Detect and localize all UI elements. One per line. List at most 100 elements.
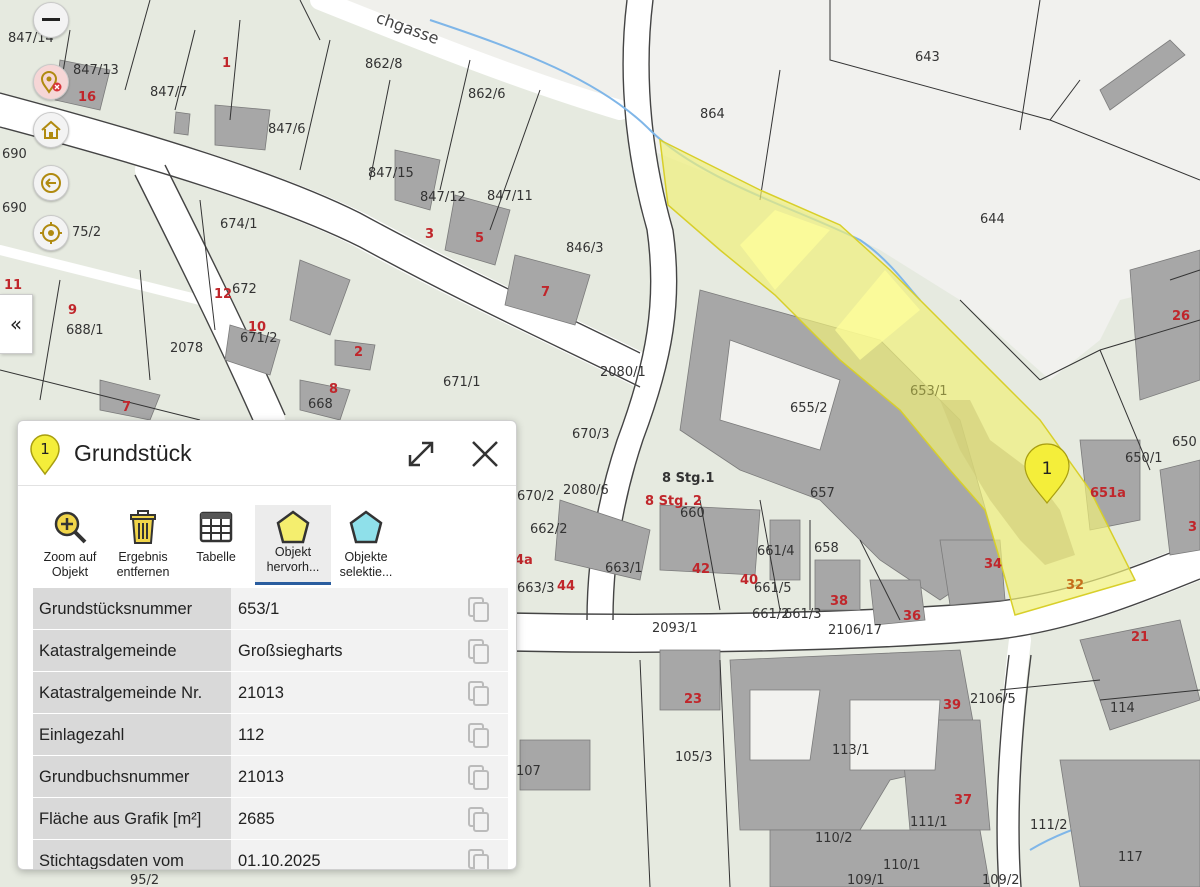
copy-button[interactable]: [453, 672, 508, 714]
parcel-label: 2106/5: [970, 692, 1016, 707]
crosshair-icon: [33, 215, 69, 251]
tool-label-line1: Objekte: [344, 550, 388, 564]
house-number: 21: [1131, 630, 1149, 645]
expand-icon[interactable]: [406, 439, 436, 469]
table-icon: [199, 511, 233, 543]
house-number: 39: [943, 698, 961, 713]
copy-button[interactable]: [453, 798, 508, 840]
table-button[interactable]: Tabelle: [178, 505, 254, 585]
copy-icon: [468, 807, 489, 832]
parcel-label: 670/3: [572, 427, 609, 442]
minus-icon: [33, 2, 69, 38]
attribute-key: Katastralgemeinde: [39, 642, 177, 660]
tool-label-line1: Tabelle: [196, 550, 236, 564]
house-number: 4a: [515, 553, 533, 568]
remove-result-button[interactable]: Ergebnis entfernen: [105, 505, 181, 585]
attribute-key: Fläche aus Grafik [m²]: [39, 810, 202, 828]
house-number: 10: [248, 320, 266, 335]
locate-me-button[interactable]: [27, 213, 75, 253]
copy-icon: [468, 681, 489, 706]
parcel-label: 674/1: [220, 217, 257, 232]
house-number: 40: [740, 573, 758, 588]
highlight-polygon-icon: [276, 510, 310, 544]
zoom-to-object-button[interactable]: Zoom auf Objekt: [32, 505, 108, 585]
back-button[interactable]: [27, 163, 75, 203]
house-number: 16: [78, 90, 96, 105]
house-number: 651a: [1090, 486, 1126, 501]
parcel-label: 650/1: [1125, 451, 1162, 466]
copy-icon: [468, 597, 489, 622]
home-button[interactable]: [27, 110, 75, 150]
parcel-label: 658: [814, 541, 839, 556]
table-row: Grundstücksnummer 653/1: [33, 588, 508, 630]
remove-location-button[interactable]: [27, 62, 75, 102]
copy-button[interactable]: [453, 840, 508, 869]
tool-label-line2: entfernen: [116, 565, 170, 579]
parcel-label: 644: [980, 212, 1005, 227]
house-number: 7: [541, 285, 550, 300]
stair-label: 660: [680, 506, 705, 521]
copy-icon: [468, 849, 489, 869]
zoom-in-icon: [54, 511, 87, 544]
house-number: 32: [1066, 578, 1084, 593]
panel-title: Grundstück: [74, 440, 192, 466]
parcel-label: 2106/17: [828, 623, 882, 638]
attribute-value: 21013: [238, 768, 284, 786]
house-number: 23: [684, 692, 702, 707]
collapse-sidebar-button[interactable]: «: [0, 294, 33, 354]
parcel-label: 95/2: [130, 873, 159, 887]
parcel-label: 107: [516, 764, 541, 779]
location-remove-icon: [33, 64, 69, 100]
parcel-label: 113/1: [832, 743, 869, 758]
copy-button[interactable]: [453, 756, 508, 798]
house-number: 36: [903, 609, 921, 624]
parcel-label: 847/6: [268, 122, 305, 137]
house-number: 8: [329, 382, 338, 397]
parcel-label: 653/1: [910, 384, 947, 399]
select-objects-button[interactable]: Objekte selektie...: [328, 505, 404, 585]
table-row: Grundbuchsnummer 21013: [33, 756, 508, 798]
copy-button[interactable]: [453, 714, 508, 756]
table-row: Einlagezahl 112: [33, 714, 508, 756]
attribute-key: Einlagezahl: [39, 726, 125, 744]
parcel-label: 109/1: [847, 873, 884, 887]
parcel-label: 847/7: [150, 85, 187, 100]
parcel-label: 109/2: [982, 873, 1019, 887]
highlight-object-button[interactable]: Objekt hervorh...: [255, 505, 331, 585]
parcel-label: 661/5: [754, 581, 791, 596]
parcel-label: 661/3: [784, 607, 821, 622]
parcel-label: 655/2: [790, 401, 827, 416]
tool-label-line2: hervorh...: [266, 560, 320, 574]
house-number: 11: [4, 278, 22, 293]
parcel-label: 2078: [170, 341, 203, 356]
parcel-label: 671/1: [443, 375, 480, 390]
parcel-label: 650: [1172, 435, 1197, 450]
house-number: 9: [68, 303, 77, 318]
double-chevron-left-icon: «: [9, 312, 23, 336]
house-number: 26: [1172, 309, 1190, 324]
parcel-label: 690: [2, 147, 27, 162]
zoom-out-button[interactable]: [27, 0, 75, 40]
parcel-label: 643: [915, 50, 940, 65]
parcel-label: 105/3: [675, 750, 712, 765]
tool-label-line2: Objekt: [51, 565, 89, 579]
arrow-left-icon: [33, 165, 69, 201]
parcel-label: 663/1: [605, 561, 642, 576]
parcel-label: 847/11: [487, 189, 533, 204]
close-icon[interactable]: [470, 439, 500, 469]
copy-button[interactable]: [453, 588, 508, 630]
parcel-label: 111/1: [910, 815, 947, 830]
parcel-label: 657: [810, 486, 835, 501]
house-number: 42: [692, 562, 710, 577]
attribute-value: 112: [238, 726, 265, 744]
tool-label-line1: Ergebnis: [118, 550, 168, 564]
panel-header: 1 Grundstück: [18, 421, 516, 486]
parcel-label: 690: [2, 201, 27, 216]
feature-info-panel: 1 Grundstück Zoom auf Objekt Ergebnis entf…: [17, 420, 517, 870]
attribute-value: Großsiegharts: [238, 642, 343, 660]
home-icon: [33, 112, 69, 148]
parcel-label: 846/3: [566, 241, 603, 256]
marker-pin-icon: 1: [30, 434, 60, 476]
parcel-label: 668: [308, 397, 333, 412]
copy-button[interactable]: [453, 630, 508, 672]
